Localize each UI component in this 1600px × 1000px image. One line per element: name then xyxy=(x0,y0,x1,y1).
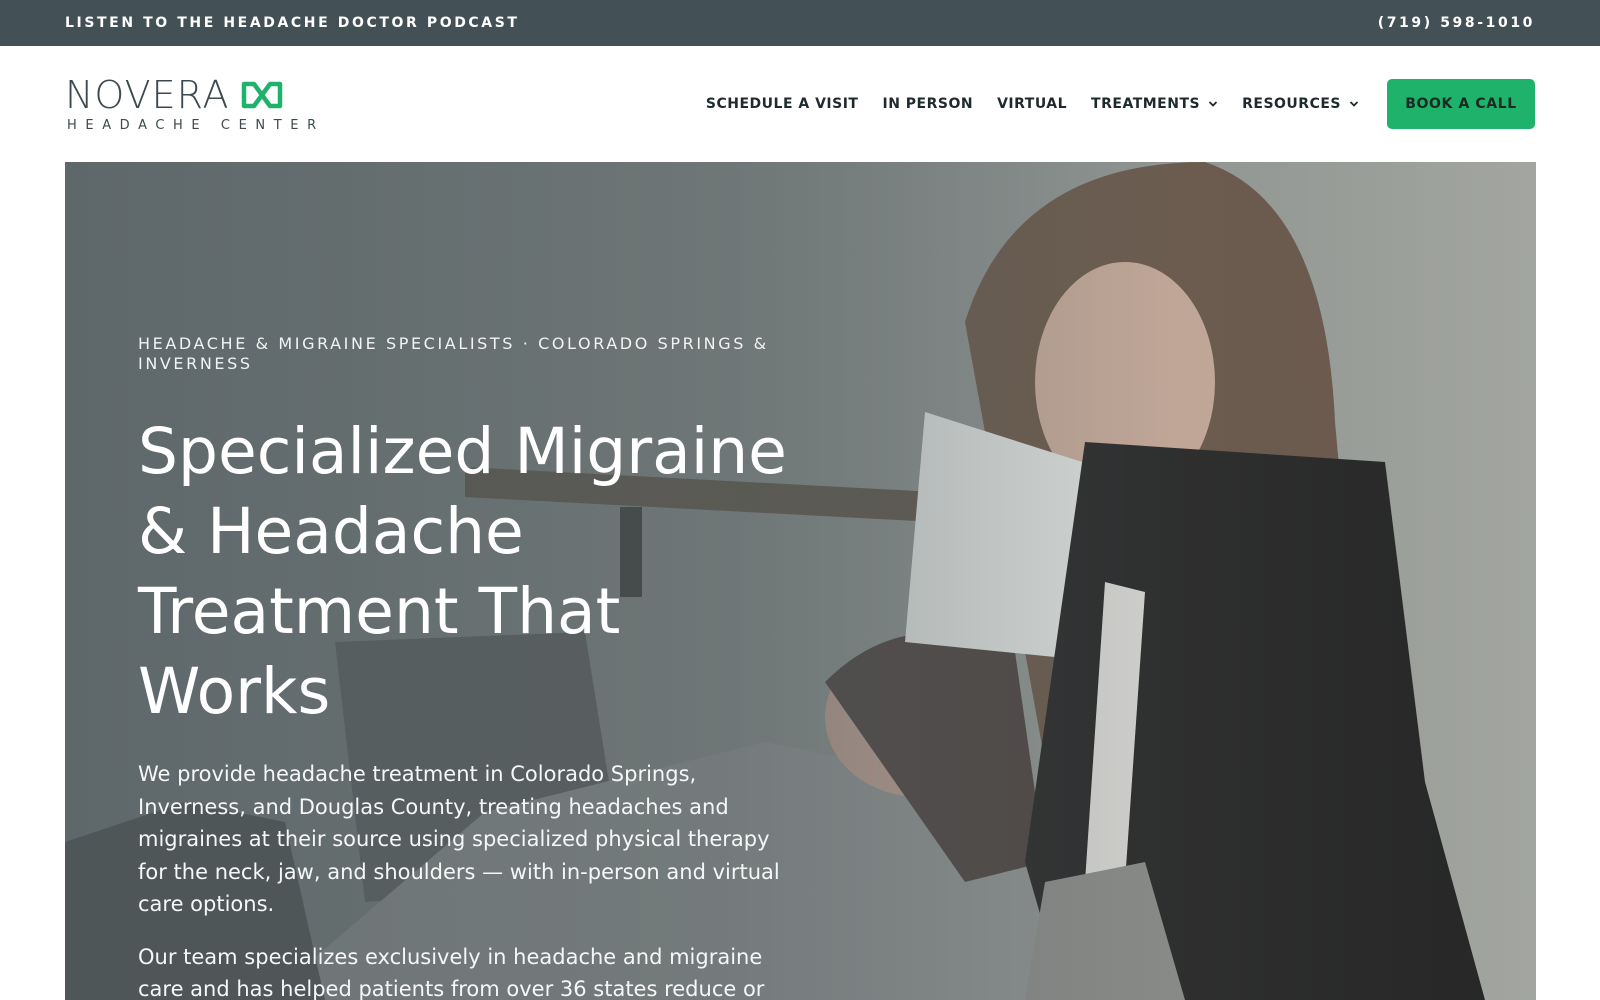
nav-item-label: RESOURCES xyxy=(1242,96,1341,112)
hero-content: HEADACHE & MIGRAINE SPECIALISTS · COLORA… xyxy=(138,334,818,1000)
nav-item-schedule-a-visit[interactable]: SCHEDULE A VISIT xyxy=(706,96,859,112)
phone-link[interactable]: (719) 598-1010 xyxy=(1378,15,1535,31)
logo[interactable]: NOVERA HEADACHE CENTER xyxy=(65,74,325,134)
chevron-down-icon xyxy=(1349,101,1359,107)
site-header: NOVERA HEADACHE CENTER SCHEDULE A VISIT … xyxy=(0,46,1600,162)
logo-tagline: HEADACHE CENTER xyxy=(67,117,325,133)
book-a-call-button[interactable]: BOOK A CALL xyxy=(1387,79,1535,129)
nav-item-label: TREATMENTS xyxy=(1091,96,1201,112)
hero-paragraph: Our team specializes exclusively in head… xyxy=(138,944,765,1000)
nav-item-label: IN PERSON xyxy=(882,96,974,112)
top-bar: LISTEN TO THE HEADACHE DOCTOR PODCAST (7… xyxy=(0,0,1600,46)
hero-eyebrow: HEADACHE & MIGRAINE SPECIALISTS · COLORA… xyxy=(138,334,769,373)
hero-section: HEADACHE & MIGRAINE SPECIALISTS · COLORA… xyxy=(65,162,1536,1000)
nav-item-label: VIRTUAL xyxy=(997,96,1068,112)
nav-item-virtual[interactable]: VIRTUAL xyxy=(997,96,1067,112)
podcast-link[interactable]: LISTEN TO THE HEADACHE DOCTOR PODCAST xyxy=(65,15,520,31)
nav-item-treatments[interactable]: TREATMENTS xyxy=(1091,96,1218,112)
chevron-down-icon xyxy=(1208,101,1218,107)
nav-item-in-person[interactable]: IN PERSON xyxy=(882,96,973,112)
main-nav: SCHEDULE A VISIT IN PERSON VIRTUAL TREAT… xyxy=(706,79,1535,129)
hero-paragraph: We provide headache treatment in Colorad… xyxy=(138,762,780,916)
hero-title: Specialized Migraine & Headache Treatmen… xyxy=(138,415,787,728)
logo-wordmark: NOVERA xyxy=(65,72,230,117)
logo-top: NOVERA xyxy=(65,76,325,114)
infinity-knot-icon xyxy=(241,81,282,108)
nav-item-resources[interactable]: RESOURCES xyxy=(1242,96,1359,112)
nav-item-label: SCHEDULE A VISIT xyxy=(705,96,859,112)
